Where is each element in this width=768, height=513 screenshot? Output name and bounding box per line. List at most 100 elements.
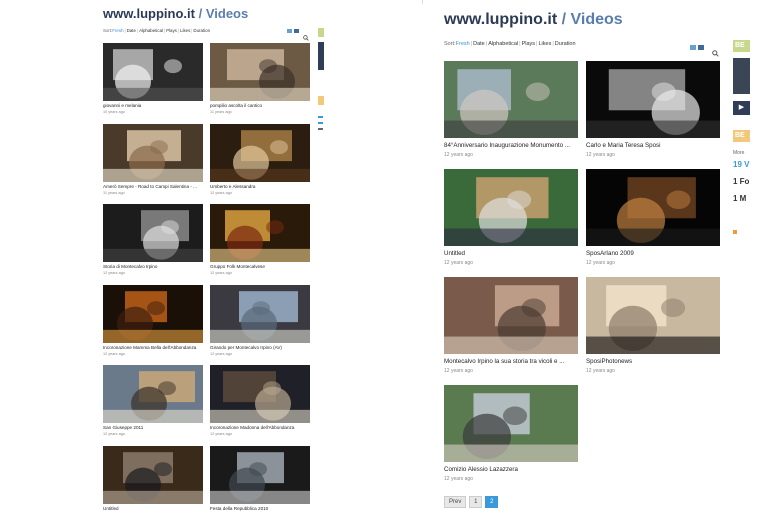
video-card[interactable]: SposiPhotonews 12 years ago — [586, 277, 720, 383]
sort-option-date[interactable]: Date — [473, 41, 485, 47]
videos-title: Videos — [205, 6, 249, 21]
video-card[interactable]: Carlo e Maria Teresa Sposi 12 years ago — [586, 61, 720, 167]
divider — [422, 0, 423, 4]
video-title[interactable]: Girando per Montecalvo Irpino (AV) — [210, 345, 310, 350]
video-thumbnail[interactable] — [103, 204, 203, 262]
video-thumbnail[interactable] — [210, 284, 310, 343]
video-thumbnail[interactable] — [210, 43, 310, 101]
search-icon[interactable] — [712, 44, 719, 57]
video-title[interactable]: Umberto e Alessandra — [210, 184, 310, 189]
video-thumbnail[interactable] — [444, 61, 578, 138]
video-date: 12 years ago — [586, 260, 615, 266]
video-title[interactable]: Storia di Montecalvo Irpino — [103, 264, 203, 269]
video-thumbnail[interactable] — [103, 284, 203, 343]
video-card[interactable]: SposArIano 2009 12 years ago — [586, 169, 720, 275]
sort-option-duration[interactable]: Duration — [555, 41, 576, 47]
video-title[interactable]: Comizio Alessio Lazazzera — [444, 466, 578, 473]
sort-option-duration[interactable]: Duration — [193, 28, 210, 33]
video-title[interactable]: Montecalvo Irpino la sua storia tra vico… — [444, 358, 578, 365]
video-title[interactable]: Incoronazione Mamma Bella dell'Abbondanz… — [103, 345, 203, 350]
sort-option-likes[interactable]: Likes — [180, 28, 190, 33]
video-thumbnail[interactable] — [586, 277, 720, 354]
page-2-button[interactable]: 2 — [485, 496, 499, 508]
video-title[interactable]: pompilio ascolta il cantico — [210, 103, 310, 108]
video-thumbnail[interactable] — [210, 365, 310, 423]
video-title[interactable]: Amerò Sempre - Road to Campi Salentina -… — [103, 184, 203, 189]
video-card[interactable]: 84°Anniversario Inaugurazione Monumento … — [444, 61, 578, 167]
video-thumbnail[interactable] — [103, 43, 203, 101]
sort-option-alphabetical[interactable]: Alphabetical — [488, 41, 518, 47]
page-title: www.luppino.it / Videos — [103, 6, 248, 21]
video-date: 12 years ago — [210, 351, 232, 356]
video-thumbnail[interactable] — [586, 169, 720, 246]
sort-option-plays[interactable]: Plays — [522, 41, 535, 47]
video-card[interactable]: Untitled — [103, 445, 203, 513]
video-title[interactable]: SposiPhotonews — [586, 358, 720, 365]
video-card[interactable]: Incoronazione Madonna dell'Abbondanza 12 … — [210, 365, 310, 444]
right-sidebar: BE ▶ BE More 19 V 1 Fo 1 M — [733, 38, 750, 248]
video-title[interactable]: Untitled — [444, 250, 578, 257]
sidebar-thumb[interactable] — [733, 58, 750, 94]
video-card[interactable]: Festa della Repubblica 2010 — [210, 445, 310, 513]
site-name[interactable]: www.luppino.it — [444, 11, 557, 28]
sort-option-likes[interactable]: Likes — [538, 41, 551, 47]
video-card[interactable]: Storia di Montecalvo Irpino 12 years ago — [103, 204, 203, 283]
sidebar-badge: BE — [733, 40, 750, 52]
video-card[interactable]: giovanni e melania 10 years ago — [103, 43, 203, 122]
video-title[interactable]: San Giuseppe 2011 — [103, 425, 203, 430]
grid-view-icon[interactable] — [287, 29, 292, 33]
sidebar-rss-icon[interactable] — [733, 230, 737, 234]
video-thumbnail[interactable] — [444, 169, 578, 246]
video-card[interactable]: Untitled 12 years ago — [444, 169, 578, 275]
search-icon[interactable] — [303, 28, 309, 41]
video-thumbnail[interactable] — [103, 445, 203, 504]
video-card[interactable]: Montecalvo Irpino la sua storia tra vico… — [444, 277, 578, 383]
page-title: www.luppino.it / Videos — [444, 11, 623, 29]
sort-option-fresh[interactable]: Fresh — [456, 41, 470, 47]
site-name[interactable]: www.luppino.it — [103, 6, 195, 21]
video-title[interactable]: 84°Anniversario Inaugurazione Monumento … — [444, 142, 578, 149]
videos-title: Videos — [570, 11, 623, 28]
sort-option-plays[interactable]: Plays — [166, 28, 177, 33]
sidebar-count-followers[interactable]: 1 Fo — [733, 177, 749, 186]
video-card[interactable]: Amerò Sempre - Road to Campi Salentina -… — [103, 123, 203, 203]
video-thumbnail[interactable] — [444, 277, 578, 354]
left-screenshot-panel: www.luppino.it / Videos Sort:Fresh|Date|… — [98, 0, 330, 513]
video-thumbnail[interactable] — [210, 204, 310, 262]
sort-option-alphabetical[interactable]: Alphabetical — [139, 28, 163, 33]
video-title[interactable]: SposArIano 2009 — [586, 250, 720, 257]
sidebar-count-videos[interactable]: 19 V — [733, 160, 749, 169]
video-date: 12 years ago — [103, 271, 125, 275]
sort-option-date[interactable]: Date — [127, 28, 136, 33]
video-card[interactable]: Comizio Alessio Lazazzera 12 years ago — [444, 385, 578, 491]
page-1-button[interactable]: 1 — [469, 496, 483, 508]
video-thumbnail[interactable] — [586, 61, 720, 138]
video-card[interactable]: San Giuseppe 2011 12 years ago — [103, 365, 203, 444]
video-card[interactable]: Umberto e Alessandra 12 years ago — [210, 123, 310, 203]
video-thumbnail[interactable] — [103, 365, 203, 423]
sidebar-count-members[interactable]: 1 M — [733, 194, 746, 203]
video-title[interactable]: giovanni e melania — [103, 103, 203, 108]
view-toggle — [287, 29, 299, 33]
prev-page-button[interactable]: Prev — [444, 496, 467, 508]
video-date: 12 years ago — [444, 368, 473, 374]
video-thumbnail[interactable] — [210, 445, 310, 504]
video-title[interactable]: Incoronazione Madonna dell'Abbondanza — [210, 425, 310, 430]
video-thumbnail[interactable] — [210, 123, 310, 182]
video-card[interactable]: pompilio ascolta il cantico 11 years ago — [210, 43, 310, 122]
video-card[interactable]: Girando per Montecalvo Irpino (AV) 12 yea… — [210, 284, 310, 364]
video-title[interactable]: Untitled — [103, 506, 203, 511]
sort-option-fresh[interactable]: Fresh — [112, 28, 123, 33]
video-date: 12 years ago — [210, 271, 232, 275]
video-thumbnail[interactable] — [444, 385, 578, 462]
grid-view-icon[interactable] — [690, 45, 696, 50]
list-view-icon[interactable] — [294, 29, 299, 33]
video-title[interactable]: Carlo e Maria Teresa Sposi — [586, 142, 720, 149]
video-thumbnail[interactable] — [103, 123, 203, 182]
video-card[interactable]: Incoronazione Mamma Bella dell'Abbondanz… — [103, 284, 203, 364]
list-view-icon[interactable] — [698, 45, 704, 50]
video-card[interactable]: Gruppo Folk Montecalvese 12 years ago — [210, 204, 310, 283]
video-title[interactable]: Gruppo Folk Montecalvese — [210, 264, 310, 269]
sidebar-play-button[interactable]: ▶ — [733, 101, 750, 115]
video-title[interactable]: Festa della Repubblica 2010 — [210, 506, 310, 511]
